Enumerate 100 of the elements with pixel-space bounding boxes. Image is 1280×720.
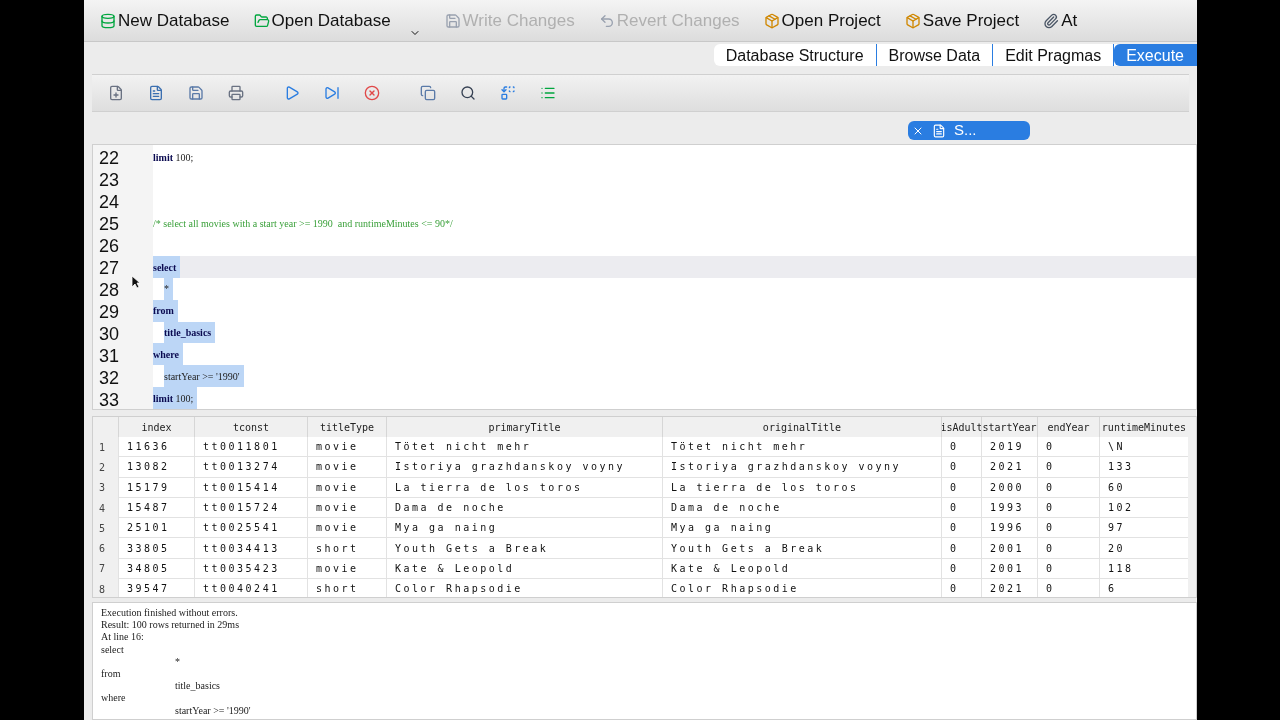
table-cell: 0 (941, 497, 981, 519)
table-cell: tt0015724 (194, 497, 307, 519)
table-cell: 15487 (118, 497, 194, 519)
play-icon[interactable] (284, 85, 300, 101)
step-icon[interactable] (324, 85, 340, 101)
row-number: 1 (98, 440, 107, 455)
toolbar-button[interactable]: At (1043, 2, 1078, 39)
table-cell: Youth Gets a Break (386, 538, 662, 559)
table-cell: 2001 (981, 538, 1037, 559)
table-cell: 15179 (118, 477, 194, 498)
table-cell: 118 (1099, 558, 1188, 580)
log-line: select (101, 643, 124, 656)
toolbar-button[interactable]: Open Project (763, 2, 881, 39)
row-number: 2 (98, 460, 107, 475)
row-number: 7 (98, 562, 107, 577)
table-cell: Mya ga naing (662, 518, 941, 539)
log-line: * (175, 655, 180, 668)
table-cell: 0 (941, 518, 981, 539)
tab[interactable]: Database Structure (713, 44, 877, 66)
table-cell: 0 (1037, 579, 1099, 597)
table-cell: 2001 (981, 558, 1037, 580)
table-cell: 6 (1099, 579, 1188, 597)
line-number: 23 (99, 169, 121, 191)
table-cell: 0 (941, 437, 981, 458)
table-cell: tt0034413 (194, 538, 307, 559)
table-cell: tt0015414 (194, 477, 307, 498)
code-line: /* select all movies with a start year >= 1990 and runtimeMinutes <= 90*/ (153, 216, 454, 231)
table-cell: Tötet nicht mehr (386, 437, 662, 458)
table-cell: 2021 (981, 457, 1037, 478)
table-cell: movie (307, 497, 386, 519)
log-line: where (101, 692, 126, 705)
log-line: startYear >= '1990' (175, 704, 251, 717)
table-cell: La tierra de los toros (662, 477, 941, 498)
toolbar-button[interactable]: Save Project (904, 2, 1020, 39)
table-cell: La tierra de los toros (386, 477, 662, 498)
line-number: 29 (99, 301, 121, 323)
line-number: 33 (99, 389, 121, 409)
table-cell: tt0011801 (194, 437, 307, 458)
table-cell: Kate & Leopold (662, 558, 941, 580)
table-cell: 2019 (981, 437, 1037, 458)
table-cell: 1993 (981, 497, 1037, 519)
row-number: 3 (98, 481, 107, 496)
toolbar-button[interactable]: New Database (100, 2, 230, 39)
table-cell: 0 (1037, 518, 1099, 539)
line-number: 31 (99, 345, 121, 367)
log-line: title_basics (175, 680, 220, 693)
log-line: Result: 100 rows returned in 29ms (101, 619, 240, 632)
row-number: 5 (98, 521, 107, 536)
document-icon[interactable] (148, 85, 164, 101)
list-icon[interactable] (540, 85, 556, 101)
table-cell: tt0013274 (194, 457, 307, 478)
tab[interactable]: Execute (1114, 44, 1197, 66)
table-cell: 0 (1037, 497, 1099, 519)
new-tab-icon[interactable] (108, 85, 124, 101)
table-cell: tt0025541 (194, 518, 307, 539)
table-cell: 11636 (118, 437, 194, 458)
save-icon (444, 12, 461, 29)
cursor-icon (131, 275, 141, 289)
code-line: limit 100; (153, 151, 195, 166)
document-icon (932, 123, 946, 138)
table-cell: 2000 (981, 477, 1037, 498)
tab[interactable]: Browse Data (876, 44, 994, 66)
table-cell: \N (1099, 437, 1188, 458)
table-cell: Dama de noche (662, 497, 941, 519)
line-number: 32 (99, 367, 121, 389)
line-number: 27 (99, 257, 121, 279)
table-cell: movie (307, 558, 386, 580)
save-icon[interactable] (188, 85, 204, 101)
row-number: 4 (98, 501, 107, 516)
toolbar-button[interactable]: Open Database (253, 2, 421, 39)
table-cell: 0 (941, 457, 981, 478)
editor-tab[interactable]: S... (908, 121, 1030, 140)
table-cell: 1996 (981, 518, 1037, 539)
table-cell: 97 (1099, 518, 1188, 539)
line-number: 24 (99, 191, 121, 213)
table-cell: 33805 (118, 538, 194, 559)
line-number: 25 (99, 213, 121, 235)
row-number: 8 (98, 582, 107, 597)
table-cell: 0 (1037, 538, 1099, 559)
table-cell: 0 (1037, 437, 1099, 458)
table-cell: movie (307, 437, 386, 458)
search-icon[interactable] (460, 85, 476, 101)
table-cell: 25101 (118, 518, 194, 539)
table-cell: 0 (1037, 477, 1099, 498)
copy-icon[interactable] (420, 85, 436, 101)
log-line: Execution finished without errors. (101, 607, 238, 620)
table-cell: Mya ga naing (386, 518, 662, 539)
line-number: 30 (99, 323, 121, 345)
table-cell: tt0040241 (194, 579, 307, 597)
package-icon (904, 12, 921, 29)
table-cell: movie (307, 518, 386, 539)
table-cell: 0 (1037, 457, 1099, 478)
table-cell: 0 (941, 477, 981, 498)
undo-icon (598, 12, 615, 29)
table-cell: 102 (1099, 497, 1188, 519)
print-icon[interactable] (228, 85, 244, 101)
stop-icon[interactable] (364, 85, 380, 101)
table-cell: Color Rhapsodie (662, 579, 941, 597)
line-number: 28 (99, 279, 121, 301)
replace-icon[interactable] (500, 85, 516, 101)
